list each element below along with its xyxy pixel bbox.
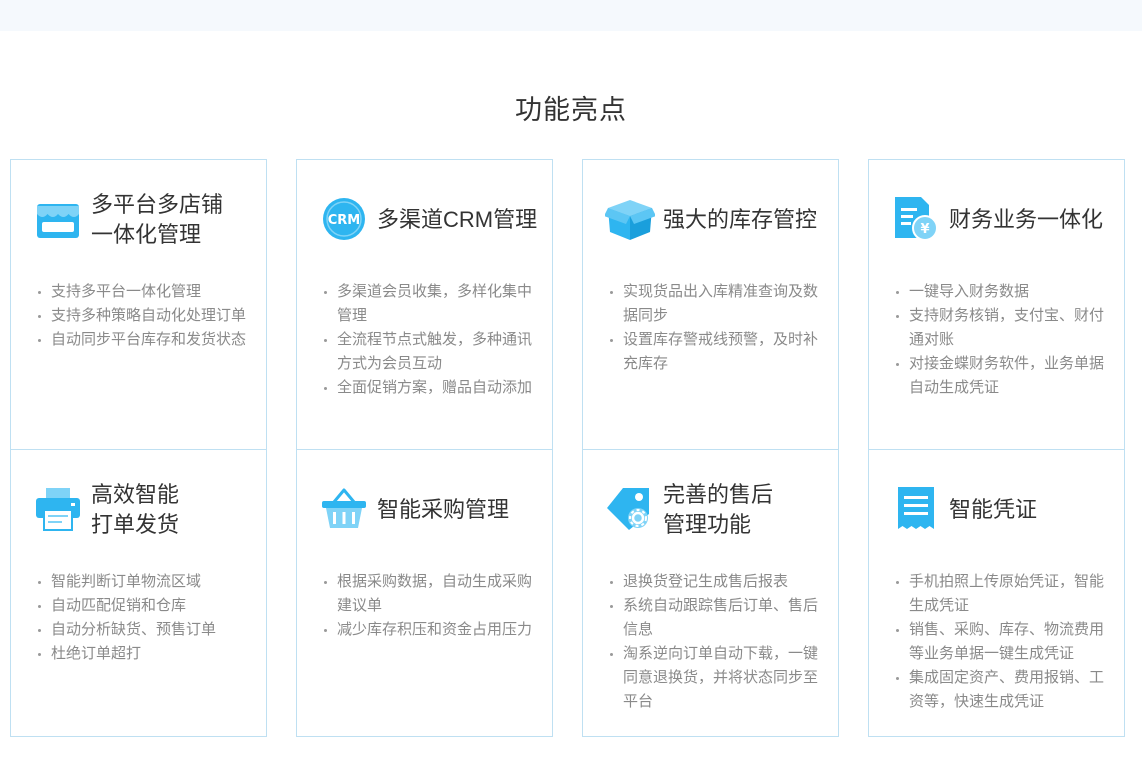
tag-gear-icon — [605, 484, 655, 534]
svg-text:CRM: CRM — [328, 213, 361, 228]
feature-card-printing: 高效智能 打单发货 智能判断订单物流区域 自动匹配促销和仓库 自动分析缺货、预售… — [11, 450, 266, 739]
feature-item: 实现货品出入库精准查询及数据同步 — [610, 280, 823, 328]
basket-icon — [319, 484, 369, 534]
feature-item: 系统自动跟踪售后订单、售后信息 — [610, 594, 823, 642]
feature-item: 自动匹配促销和仓库 — [38, 594, 251, 618]
feature-card-multi-store: 多平台多店铺 一体化管理 支持多平台一体化管理 支持多种策略自动化处理订单 自动… — [11, 160, 266, 449]
feature-column-4: ¥ 财务业务一体化 一键导入财务数据 支持财务核销，支付宝、财付通对账 对接金蝶… — [868, 159, 1125, 737]
feature-list: 多渠道会员收集，多样化集中管理 全流程节点式触发，多种通讯方式为会员互动 全面促… — [324, 280, 537, 400]
feature-column-1: 多平台多店铺 一体化管理 支持多平台一体化管理 支持多种策略自动化处理订单 自动… — [10, 159, 267, 737]
feature-list: 支持多平台一体化管理 支持多种策略自动化处理订单 自动同步平台库存和发货状态 — [38, 280, 251, 352]
card-title: 强大的库存管控 — [663, 207, 818, 232]
feature-list: 根据采购数据，自动生成采购建议单 减少库存积压和资金占用压力 — [324, 570, 537, 642]
feature-item: 淘系逆向订单自动下载，一键同意退换货，并将状态同步至平台 — [610, 642, 823, 714]
feature-list: 手机拍照上传原始凭证，智能生成凭证 销售、采购、库存、物流费用等业务单据一键生成… — [896, 570, 1109, 714]
feature-column-2: CRM 多渠道CRM管理 多渠道会员收集，多样化集中管理 全流程节点式触发，多种… — [296, 159, 553, 737]
feature-item: 多渠道会员收集，多样化集中管理 — [324, 280, 537, 328]
card-title: 多渠道CRM管理 — [377, 207, 538, 232]
card-title: 高效智能 打单发货 — [91, 482, 180, 537]
feature-item: 集成固定资产、费用报销、工资等，快速生成凭证 — [896, 666, 1109, 714]
feature-item: 退换货登记生成售后报表 — [610, 570, 823, 594]
store-icon — [33, 194, 83, 244]
feature-item: 手机拍照上传原始凭证，智能生成凭证 — [896, 570, 1109, 618]
card-title: 财务业务一体化 — [949, 207, 1104, 232]
feature-card-crm: CRM 多渠道CRM管理 多渠道会员收集，多样化集中管理 全流程节点式触发，多种… — [297, 160, 552, 449]
box-icon — [605, 194, 655, 244]
feature-item: 自动同步平台库存和发货状态 — [38, 328, 251, 352]
svg-text:¥: ¥ — [920, 222, 929, 237]
feature-item: 自动分析缺货、预售订单 — [38, 618, 251, 642]
feature-card-voucher: 智能凭证 手机拍照上传原始凭证，智能生成凭证 销售、采购、库存、物流费用等业务单… — [869, 450, 1124, 739]
voucher-icon — [891, 484, 941, 534]
feature-list: 退换货登记生成售后报表 系统自动跟踪售后订单、售后信息 淘系逆向订单自动下载，一… — [610, 570, 823, 714]
feature-item: 全面促销方案，赠品自动添加 — [324, 376, 537, 400]
feature-item: 支持财务核销，支付宝、财付通对账 — [896, 304, 1109, 352]
feature-item: 根据采购数据，自动生成采购建议单 — [324, 570, 537, 618]
feature-list: 一键导入财务数据 支持财务核销，支付宝、财付通对账 对接金蝶财务软件，业务单据自… — [896, 280, 1109, 400]
feature-card-after-sales: 完善的售后 管理功能 退换货登记生成售后报表 系统自动跟踪售后订单、售后信息 淘… — [583, 450, 838, 739]
feature-card-inventory: 强大的库存管控 实现货品出入库精准查询及数据同步 设置库存警戒线预警，及时补充库… — [583, 160, 838, 449]
feature-card-purchasing: 智能采购管理 根据采购数据，自动生成采购建议单 减少库存积压和资金占用压力 — [297, 450, 552, 739]
feature-item: 对接金蝶财务软件，业务单据自动生成凭证 — [896, 352, 1109, 400]
card-title: 智能采购管理 — [377, 497, 510, 522]
feature-item: 支持多种策略自动化处理订单 — [38, 304, 251, 328]
feature-list: 智能判断订单物流区域 自动匹配促销和仓库 自动分析缺货、预售订单 杜绝订单超打 — [38, 570, 251, 666]
crm-icon: CRM — [319, 194, 369, 244]
feature-item: 减少库存积压和资金占用压力 — [324, 618, 537, 642]
printer-icon — [33, 484, 83, 534]
feature-item: 杜绝订单超打 — [38, 642, 251, 666]
feature-item: 设置库存警戒线预警，及时补充库存 — [610, 328, 823, 376]
feature-list: 实现货品出入库精准查询及数据同步 设置库存警戒线预警，及时补充库存 — [610, 280, 823, 376]
feature-column-3: 强大的库存管控 实现货品出入库精准查询及数据同步 设置库存警戒线预警，及时补充库… — [582, 159, 839, 737]
top-band — [0, 0, 1142, 31]
feature-card-finance: ¥ 财务业务一体化 一键导入财务数据 支持财务核销，支付宝、财付通对账 对接金蝶… — [869, 160, 1124, 449]
finance-doc-icon: ¥ — [891, 194, 941, 244]
feature-item: 全流程节点式触发，多种通讯方式为会员互动 — [324, 328, 537, 376]
card-title: 智能凭证 — [949, 497, 1038, 522]
feature-item: 一键导入财务数据 — [896, 280, 1109, 304]
card-title: 完善的售后 管理功能 — [663, 482, 774, 537]
feature-item: 销售、采购、库存、物流费用等业务单据一键生成凭证 — [896, 618, 1109, 666]
feature-item: 智能判断订单物流区域 — [38, 570, 251, 594]
card-title: 多平台多店铺 一体化管理 — [91, 192, 224, 247]
feature-item: 支持多平台一体化管理 — [38, 280, 251, 304]
section-title: 功能亮点 — [515, 95, 627, 125]
